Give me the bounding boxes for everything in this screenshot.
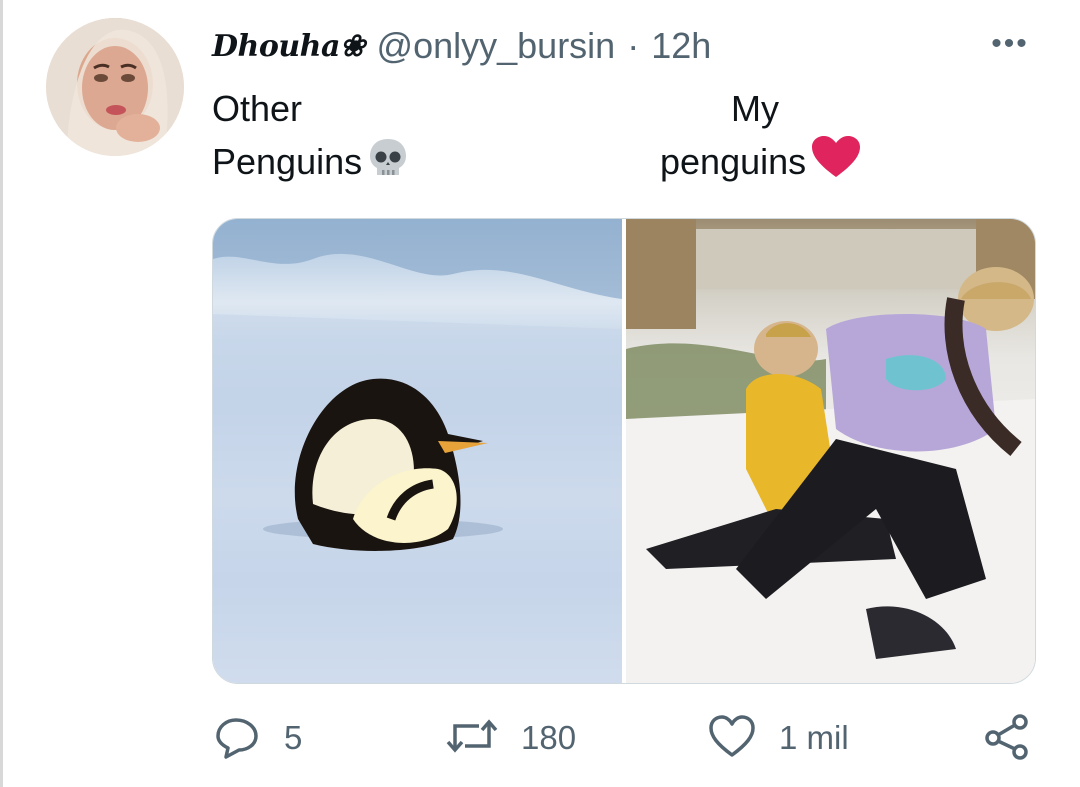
like-icon (707, 712, 757, 765)
header-separator: · (627, 25, 640, 66)
retweet-icon (445, 712, 499, 765)
red-heart-emoji-icon (810, 135, 862, 193)
like-count: 1 mil (779, 719, 849, 756)
tweet-text-right-line2: penguins (660, 141, 807, 182)
share-icon (982, 712, 1032, 765)
tweet-text-left: Other Penguins (212, 82, 410, 193)
skull-emoji-icon (366, 135, 410, 193)
more-options-icon[interactable]: ••• (985, 29, 1035, 59)
tweet-header: Dhouha❀ @onlyy_bursin · 12h (212, 24, 711, 68)
share-button[interactable] (982, 708, 1032, 768)
reply-icon (214, 712, 262, 765)
tweet-text-right-line1: My (731, 88, 779, 129)
like-button[interactable]: 1 mil (707, 708, 849, 768)
tweet-text-left-line2: Penguins (212, 141, 363, 182)
reply-button[interactable]: 5 (214, 708, 302, 768)
emperor-penguins-photo[interactable] (213, 219, 622, 683)
retweet-button[interactable]: 180 (445, 708, 576, 768)
display-name[interactable]: Dhouha❀ (212, 29, 365, 64)
tweet: Dhouha❀ @onlyy_bursin · 12h ••• Other Pe… (0, 0, 1080, 787)
tweet-media[interactable] (212, 218, 1036, 684)
tweet-text-left-line1: Other (212, 88, 303, 129)
tweet-text-right: My penguins (660, 82, 862, 193)
avatar[interactable] (46, 18, 184, 156)
tweet-actions: 5 180 1 mil (0, 708, 1080, 768)
user-handle[interactable]: @onlyy_bursin (377, 25, 616, 67)
retweet-count: 180 (521, 719, 577, 756)
reply-count: 5 (284, 719, 303, 756)
timestamp[interactable]: 12h (651, 25, 711, 67)
couple-in-snow-photo[interactable] (626, 219, 1035, 683)
